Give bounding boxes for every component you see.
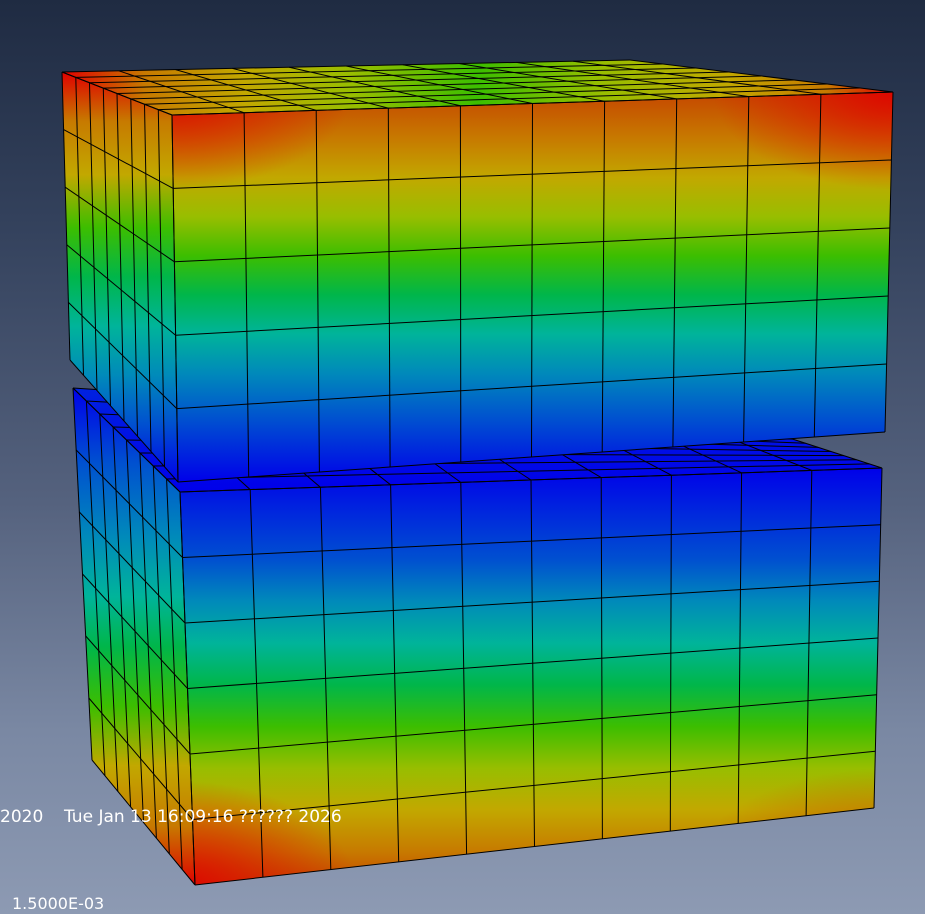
date-label: Tue Jan 13 16:09:16 ?????? 2026 <box>64 807 342 827</box>
status-timestamp: 2020 Tue Jan 13 16:09:16 ?????? 2026 <box>0 807 342 827</box>
deformation-scale-factor: 1.5000E-03 <box>12 894 105 913</box>
version-label: 2020 <box>0 807 44 827</box>
upper-block[interactable] <box>61 59 894 483</box>
model-viewport[interactable] <box>0 0 925 914</box>
